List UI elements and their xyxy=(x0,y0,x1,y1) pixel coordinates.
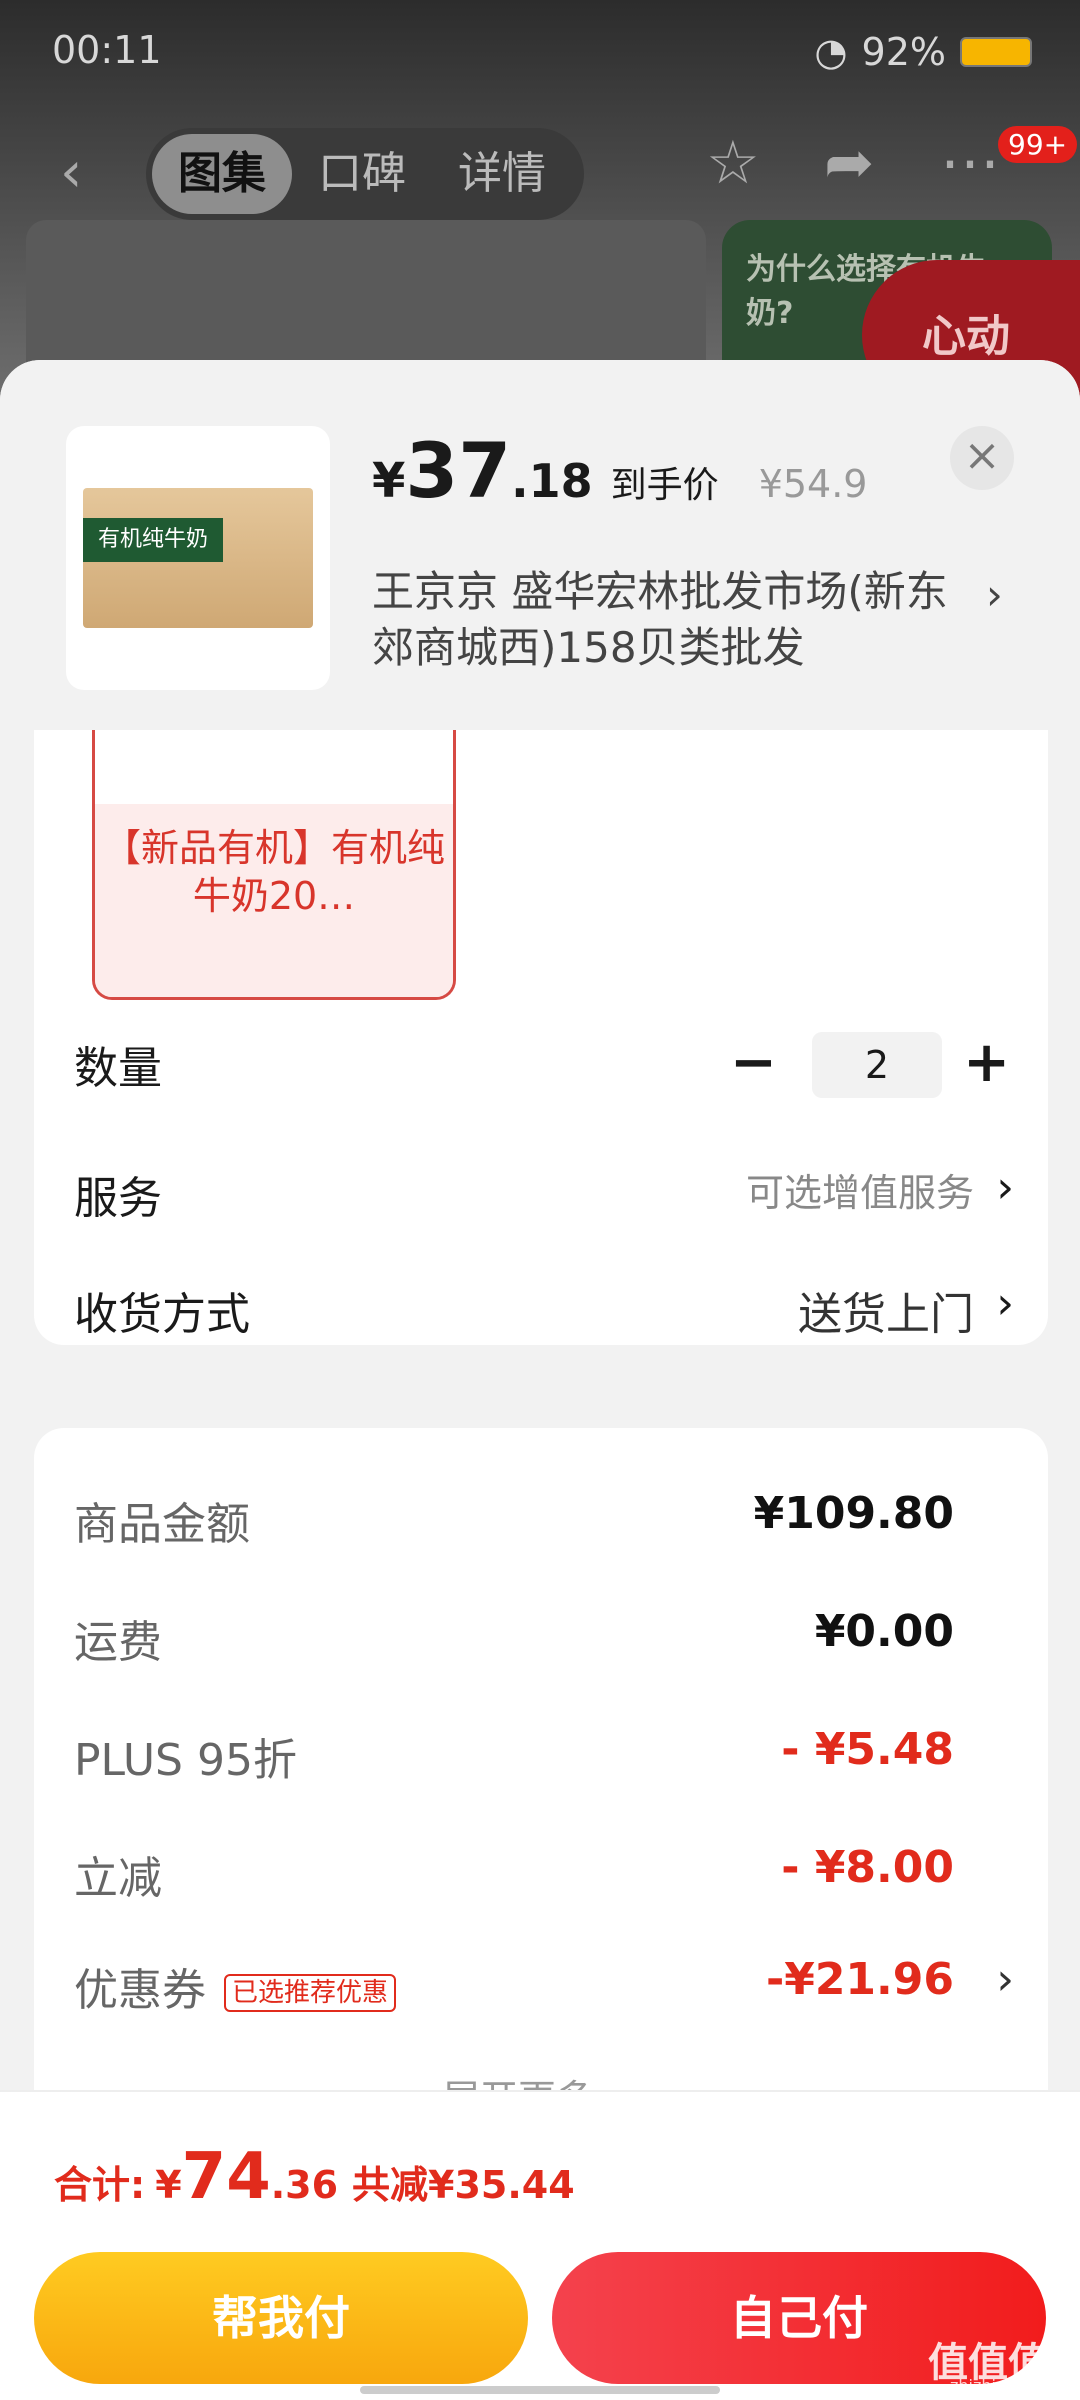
delivery-label: 收货方式 xyxy=(74,1289,250,1340)
selected-product-card[interactable]: 【新品有机】有机纯牛奶20… xyxy=(92,700,456,1000)
summary-value: - ¥5.48 xyxy=(781,1724,954,1775)
address-text[interactable]: 王京京 盛华宏林批发市场(新东郊商城西)158贝类批发 xyxy=(372,564,972,676)
plus-button[interactable]: + xyxy=(963,1032,1010,1094)
summary-value: - ¥8.00 xyxy=(781,1842,954,1893)
minus-button[interactable]: − xyxy=(730,1032,777,1094)
summary-value: -¥21.96 xyxy=(765,1954,954,2005)
summary-plus-discount: PLUS 95折 - ¥5.48 xyxy=(74,1724,954,1788)
total-integer: 74 xyxy=(181,2140,271,2214)
delivery-row[interactable]: 收货方式 送货上门 › xyxy=(74,1278,1014,1342)
selected-product-label: 【新品有机】有机纯牛奶20… xyxy=(95,804,453,997)
summary-shipping: 运费 ¥0.00 xyxy=(74,1606,954,1670)
chevron-right-icon: › xyxy=(996,1278,1014,1329)
service-row[interactable]: 服务 可选增值服务 › xyxy=(74,1162,1014,1226)
total-label: 合计: xyxy=(54,2163,146,2207)
chevron-right-icon[interactable]: › xyxy=(986,570,1003,619)
battery-icon xyxy=(960,37,1032,67)
share-icon[interactable]: ➦ xyxy=(824,128,874,198)
price-decimal: .18 xyxy=(511,454,593,508)
battery-text: 92% xyxy=(861,30,946,74)
price-label: 到手价 xyxy=(610,465,719,506)
summary-coupon[interactable]: 优惠券 已选推荐优惠 -¥21.96 › xyxy=(74,1954,1014,2018)
checkout-bar: 合计: ¥ 74 .36 共减¥35.44 帮我付 自己付 xyxy=(0,2090,1080,2400)
status-time: 00:11 xyxy=(52,28,162,72)
tab-details[interactable]: 详情 xyxy=(432,134,572,214)
delivery-value: 送货上门 xyxy=(798,1289,974,1340)
original-price: ¥54.9 xyxy=(758,462,868,506)
home-indicator[interactable] xyxy=(360,2386,720,2394)
product-thumbnail: 有机纯牛奶 xyxy=(66,426,330,690)
purchase-sheet: 【新品有机】有机纯牛奶20… 有机纯牛奶 ¥ 37 .18 到手价 ¥54.9 … xyxy=(0,360,1080,2400)
box-text: 有机纯牛奶 xyxy=(83,518,223,562)
total-decimal: .36 xyxy=(270,2163,339,2207)
summary-label: 商品金额 xyxy=(74,1499,250,1550)
price: ¥ 37 .18 到手价 ¥54.9 xyxy=(372,426,867,515)
tab-reviews[interactable]: 口碑 xyxy=(292,134,432,214)
product-header: 有机纯牛奶 ¥ 37 .18 到手价 ¥54.9 × 王京京 盛华宏林批发市场(… xyxy=(0,360,1080,730)
service-label: 服务 xyxy=(74,1173,162,1224)
total-yen: ¥ xyxy=(155,2163,182,2207)
quantity-label: 数量 xyxy=(74,1043,162,1094)
service-value: 可选增值服务 xyxy=(745,1171,974,1215)
coupon-tag: 已选推荐优惠 xyxy=(224,1974,397,2012)
more-icon[interactable]: ⋯ xyxy=(940,128,1000,198)
summary-label: 运费 xyxy=(74,1617,162,1668)
notification-badge: 99+ xyxy=(998,126,1078,163)
milk-box-image: 有机纯牛奶 xyxy=(83,488,313,628)
summary-value: ¥109.80 xyxy=(753,1488,954,1539)
quantity-stepper: − 2 + xyxy=(730,1032,1010,1100)
chevron-right-icon: › xyxy=(996,1954,1014,2005)
wifi-icon: ◔ xyxy=(814,30,848,74)
summary-value: ¥0.00 xyxy=(814,1606,954,1657)
tab-gallery[interactable]: 图集 xyxy=(152,134,292,214)
chevron-right-icon: › xyxy=(996,1162,1014,1213)
total-saved: 共减¥35.44 xyxy=(352,2163,575,2207)
total-price: 合计: ¥ 74 .36 共减¥35.44 xyxy=(54,2140,575,2214)
summary-instant-discount: 立减 - ¥8.00 xyxy=(74,1842,954,1906)
nav-tabs: 图集 口碑 详情 xyxy=(146,128,584,220)
summary-label: 立减 xyxy=(74,1853,162,1904)
summary-label: 优惠券 xyxy=(74,1965,206,2016)
watermark-site: zhizhizhi.com xyxy=(950,2376,1059,2395)
price-integer: 37 xyxy=(405,426,512,515)
price-symbol: ¥ xyxy=(372,453,406,509)
close-icon[interactable]: × xyxy=(950,426,1014,490)
summary-label: PLUS 95折 xyxy=(74,1735,297,1786)
star-icon[interactable]: ☆ xyxy=(706,128,760,198)
back-icon[interactable]: ‹ xyxy=(60,140,110,205)
status-bar: 00:11 ◔ 92% xyxy=(0,0,1080,100)
quantity-value[interactable]: 2 xyxy=(812,1032,942,1098)
summary-goods-amount: 商品金额 ¥109.80 xyxy=(74,1488,954,1552)
help-pay-button[interactable]: 帮我付 xyxy=(34,2252,528,2384)
